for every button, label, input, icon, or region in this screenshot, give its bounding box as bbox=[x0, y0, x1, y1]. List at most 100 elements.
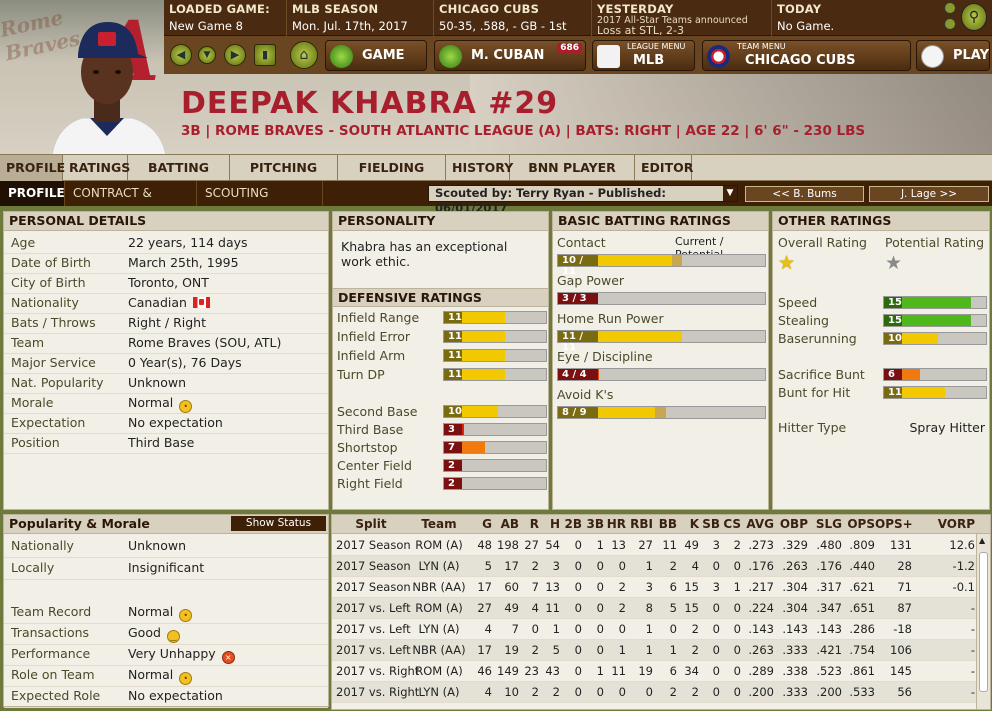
other-rating-bar: 15 bbox=[883, 314, 987, 327]
tab-history[interactable]: HISTORY bbox=[446, 155, 513, 181]
stats-row[interactable]: 2017 vs. Right ROM (A) 46 149 23 43 0 1 11 19 6 34 0… bbox=[332, 661, 978, 682]
stats-column-header[interactable]: HR bbox=[604, 517, 626, 531]
team-record-cell[interactable]: CHICAGO CUBS 50-35, .588, - GB - 1st bbox=[434, 0, 592, 36]
scroll-down-icon[interactable] bbox=[944, 18, 956, 30]
subtab-contract-status[interactable]: CONTRACT & STATUS bbox=[65, 181, 197, 225]
stats-scrollbar[interactable]: ▲ bbox=[976, 534, 990, 709]
subtab-profile[interactable]: PROFILE bbox=[0, 181, 65, 206]
tab-ratings[interactable]: RATINGS bbox=[63, 155, 130, 181]
stats-column-header[interactable]: OPS+ bbox=[875, 517, 913, 531]
search-icon[interactable]: ⚲ bbox=[961, 3, 987, 31]
loaded-game-cell[interactable]: LOADED GAME: New Game 8 bbox=[164, 0, 287, 36]
stats-column-header[interactable]: SLG bbox=[808, 517, 842, 531]
league-menu-button[interactable]: LEAGUE MENU MLB bbox=[592, 40, 695, 71]
tab-batting-stats[interactable]: BATTING STATS bbox=[128, 155, 230, 201]
stats-column-header[interactable]: OPS bbox=[842, 517, 875, 531]
stats-column-header[interactable]: Split bbox=[336, 517, 406, 531]
previous-player-button[interactable]: << B. Bums bbox=[745, 186, 864, 202]
rating-value: 11 / 11 bbox=[558, 331, 598, 353]
stats-column-header[interactable]: AVG bbox=[741, 517, 774, 531]
team-menu-button[interactable]: TEAM MENU CHICAGO CUBS bbox=[702, 40, 911, 71]
season-cell[interactable]: MLB SEASON Mon. Jul. 17th, 2017 bbox=[287, 0, 434, 36]
row-divider bbox=[4, 557, 328, 558]
defensive-rating-label: Infield Range bbox=[337, 310, 420, 325]
game-menu-button[interactable]: GAME bbox=[325, 40, 427, 71]
stats-cell: - bbox=[970, 664, 975, 678]
stats-row[interactable]: 2017 Season ROM (A) 48 198 27 54 0 1 13 27 11 49 3 2.… bbox=[332, 535, 978, 556]
stats-cell: .421 bbox=[816, 643, 842, 657]
row-divider bbox=[4, 253, 328, 254]
stats-cell: .333 bbox=[782, 685, 808, 699]
stats-row[interactable]: 2017 vs. Left LYN (A) 4 7 0 1 0 0 0 1 0 2 0 0.143.143… bbox=[332, 619, 978, 640]
play-button[interactable]: PLAY bbox=[916, 40, 990, 71]
stats-column-header[interactable]: CS bbox=[720, 517, 741, 531]
stats-column-header[interactable]: H bbox=[539, 517, 560, 531]
popularity-row-label: Nationally bbox=[11, 538, 74, 553]
stats-row[interactable]: 2017 vs. Left ROM (A) 27 49 4 11 0 0 2 8 5 15 0 0.224… bbox=[332, 598, 978, 619]
scrollbar-thumb[interactable] bbox=[979, 552, 988, 692]
tab-profile[interactable]: PROFILE bbox=[0, 155, 65, 181]
today-cell[interactable]: TODAY No Game. bbox=[772, 0, 937, 36]
row-divider bbox=[4, 623, 328, 624]
stats-row[interactable]: 2017 Season LYN (A) 5 17 2 3 0 0 0 1 2 4 0 0.176.263.… bbox=[332, 556, 978, 577]
stats-cell: .651 bbox=[849, 601, 875, 615]
dropdown-icon[interactable]: ▼ bbox=[198, 46, 216, 64]
manager-menu-button[interactable]: M. CUBAN 686 bbox=[434, 40, 586, 71]
tab-fielding-stats[interactable]: FIELDING STATS bbox=[338, 155, 446, 201]
stats-column-header[interactable]: K bbox=[677, 517, 699, 531]
stats-cell: 19 bbox=[638, 664, 653, 678]
bookmark-icon[interactable]: ▮ bbox=[254, 44, 276, 66]
stats-column-header[interactable]: RBI bbox=[626, 517, 653, 531]
stats-cell: 149 bbox=[497, 664, 519, 678]
stats-cell: .263 bbox=[748, 643, 774, 657]
forward-arrow-icon[interactable]: ▶ bbox=[224, 44, 246, 66]
rating-value: 2 bbox=[444, 478, 462, 489]
back-arrow-icon[interactable]: ◀ bbox=[170, 44, 192, 66]
stats-cell: 2 bbox=[669, 559, 677, 573]
row-divider bbox=[4, 413, 328, 414]
canada-flag-icon bbox=[192, 297, 210, 308]
stats-row[interactable]: 2017 vs. Left NBR (AA) 17 19 2 5 0 0 1 1 1 2 0 0.263.… bbox=[332, 640, 978, 661]
stats-column-header[interactable]: G bbox=[472, 517, 492, 531]
personal-row: Position Third Base bbox=[11, 435, 326, 450]
scroll-up-icon[interactable] bbox=[944, 2, 956, 14]
tab-pitching-stats[interactable]: PITCHING STATS bbox=[230, 155, 338, 201]
row-divider bbox=[4, 665, 328, 666]
stats-cell: 0 bbox=[733, 559, 741, 573]
play-label: PLAY bbox=[953, 48, 990, 63]
season-label: MLB SEASON bbox=[292, 2, 379, 16]
scroll-up-arrow-icon[interactable]: ▲ bbox=[979, 536, 985, 545]
stats-row[interactable]: 2017 Season NBR (AA) 17 60 7 13 0 0 2 3 6 15 3 1.217.… bbox=[332, 577, 978, 598]
rating-value: 2 bbox=[444, 460, 462, 471]
stats-column-header[interactable]: 2B bbox=[560, 517, 583, 531]
stats-cell: 54 bbox=[545, 538, 560, 552]
stats-column-header[interactable]: VORP bbox=[912, 517, 975, 531]
stats-column-header[interactable]: Team bbox=[406, 517, 472, 531]
stats-cell: .333 bbox=[782, 643, 808, 657]
stats-column-header[interactable]: BB bbox=[653, 517, 677, 531]
stats-row[interactable]: 2017 vs. Right LYN (A) 4 10 2 2 0 0 0 0 2 2 0 0.200.3… bbox=[332, 682, 978, 703]
row-divider bbox=[4, 373, 328, 374]
yesterday-label: YESTERDAY bbox=[597, 2, 674, 16]
stats-cell: 0 bbox=[618, 685, 626, 699]
scout-select[interactable]: Scouted by: Terry Ryan - Published: 06/0… bbox=[428, 185, 738, 215]
popularity-row-text: Unknown bbox=[128, 538, 187, 553]
stats-column-header[interactable]: 3B bbox=[582, 517, 605, 531]
subtab-scouting-reports[interactable]: SCOUTING REPORTS bbox=[197, 181, 323, 225]
stats-cell: 13 bbox=[545, 580, 560, 594]
stats-column-header[interactable]: SB bbox=[699, 517, 720, 531]
next-player-button[interactable]: J. Lage >> bbox=[869, 186, 989, 202]
stats-column-header[interactable]: AB bbox=[492, 517, 519, 531]
stats-column-header[interactable]: OBP bbox=[774, 517, 808, 531]
player-name: DEEPAK KHABRA #29 bbox=[181, 86, 559, 121]
stats-column-header[interactable]: R bbox=[519, 517, 539, 531]
personal-row-label: Team bbox=[11, 335, 45, 350]
stats-cell: 48 bbox=[477, 538, 492, 552]
home-icon[interactable]: ⌂ bbox=[290, 41, 318, 69]
stats-cell: 3 bbox=[552, 559, 560, 573]
tab-editor[interactable]: EDITOR bbox=[635, 155, 693, 181]
show-status-button[interactable]: Show Status bbox=[231, 516, 326, 531]
stats-cell: 0 bbox=[596, 559, 604, 573]
yesterday-cell[interactable]: YESTERDAY 2017 All-Star Teams announced … bbox=[592, 0, 772, 36]
tab-bnn-player-page[interactable]: BNN PLAYER PAGE bbox=[510, 155, 635, 201]
